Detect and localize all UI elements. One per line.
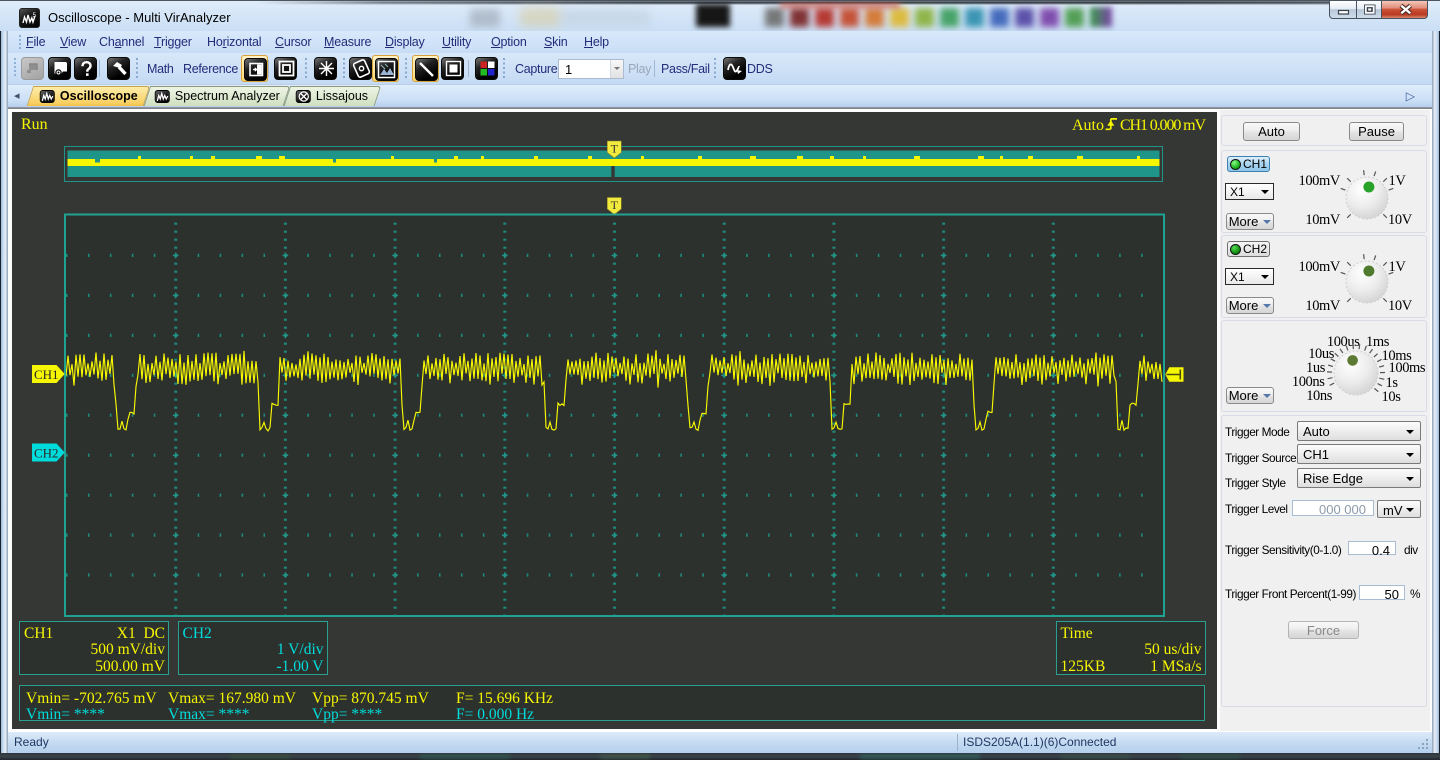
svg-text:Run: Run (21, 116, 48, 133)
svg-text:CH1: CH1 (34, 367, 59, 382)
svg-text:5: 5 (33, 13, 37, 19)
svg-text:T: T (611, 142, 619, 156)
svg-text:CH2: CH2 (34, 446, 59, 461)
svg-text:Auto: Auto (1072, 117, 1104, 134)
svg-text:CH1 0.000 mV: CH1 0.000 mV (1120, 117, 1206, 134)
svg-text:T: T (611, 198, 619, 212)
